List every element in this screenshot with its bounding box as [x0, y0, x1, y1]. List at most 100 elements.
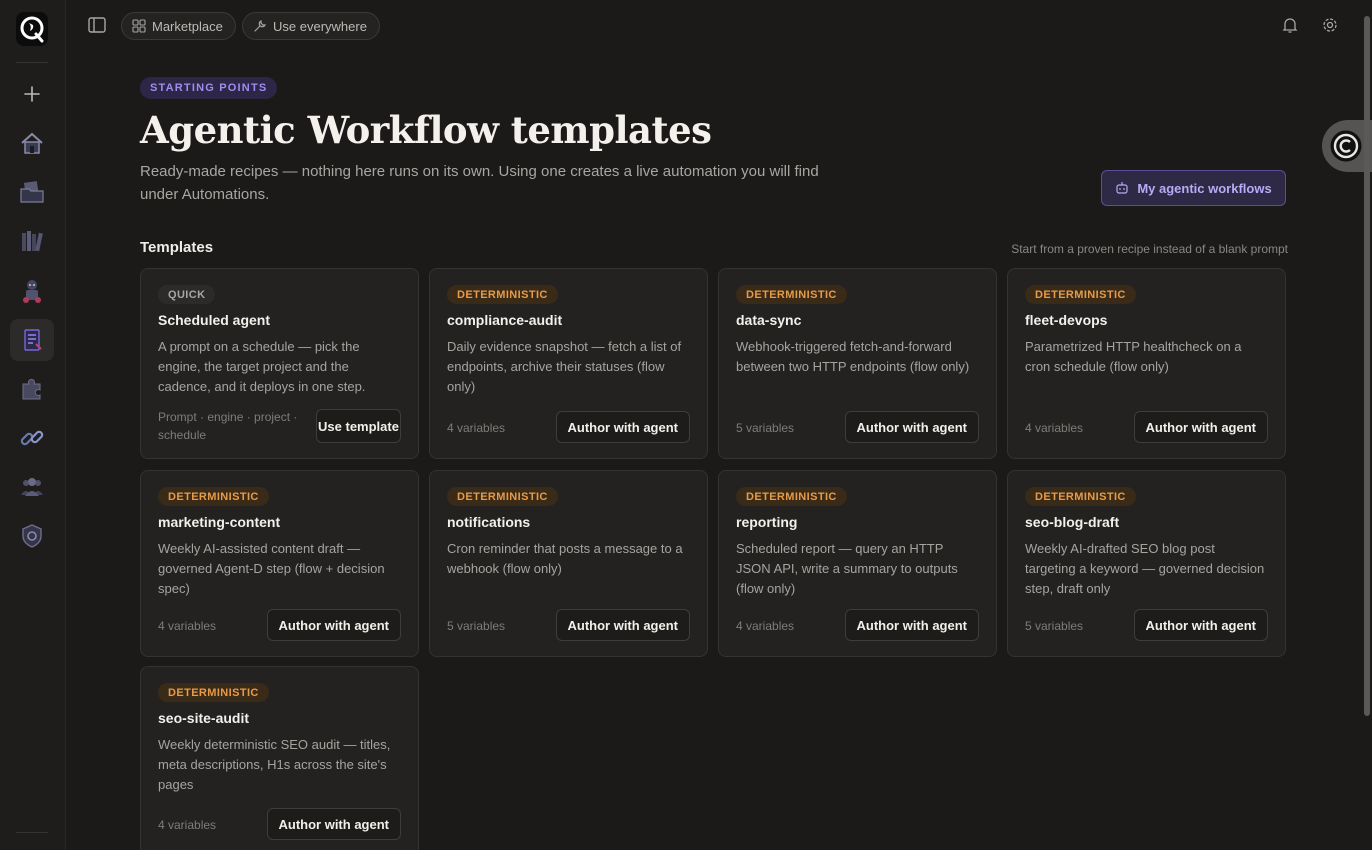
bell-icon[interactable]: [1281, 16, 1299, 34]
puzzle-icon: [22, 378, 41, 400]
template-card: DETERMINISTIC seo-site-audit Weekly dete…: [140, 666, 419, 850]
bot-icon: [1116, 182, 1128, 194]
template-card: DETERMINISTIC reporting Scheduled report…: [718, 470, 997, 657]
starting-points-badge: STARTING POINTS: [140, 77, 278, 99]
author-with-agent-button[interactable]: Author with agent: [1133, 609, 1268, 641]
copyright-icon: [1330, 130, 1362, 162]
app-logo[interactable]: [16, 12, 48, 46]
scrollbar[interactable]: [1364, 16, 1370, 716]
tag-badge: DETERMINISTIC: [447, 285, 558, 304]
robot-icon: [23, 280, 41, 303]
tag-badge: DETERMINISTIC: [736, 285, 847, 304]
template-meta: 4 variables: [736, 619, 795, 633]
author-with-agent-button[interactable]: Author with agent: [844, 411, 979, 443]
tag-badge: DETERMINISTIC: [447, 487, 558, 506]
rail-divider: [16, 62, 48, 63]
rail-plugins[interactable]: [10, 368, 54, 410]
template-card: DETERMINISTIC marketing-content Weekly A…: [140, 470, 419, 657]
template-description: Webhook-triggered fetch-and-forward betw…: [736, 339, 970, 374]
rail-files[interactable]: [10, 171, 54, 213]
tag-badge: DETERMINISTIC: [1025, 487, 1136, 506]
rail-agents[interactable]: [10, 270, 54, 312]
app-window: Marketplace Use everywhere STARTING POIN…: [0, 0, 1372, 850]
tag-badge: DETERMINISTIC: [736, 487, 847, 506]
wrench-icon: [254, 20, 266, 32]
tag-badge: DETERMINISTIC: [158, 683, 269, 702]
tag-badge: DETERMINISTIC: [1025, 285, 1136, 304]
page-subtitle: Ready-made recipes — nothing here runs o…: [140, 163, 819, 203]
template-name: marketing-content: [158, 514, 281, 530]
tag-badge: DETERMINISTIC: [158, 487, 269, 506]
rail-security[interactable]: [10, 515, 54, 557]
template-meta: 4 variables: [1025, 421, 1084, 435]
template-card: DETERMINISTIC data-sync Webhook-triggere…: [718, 268, 997, 459]
use-everywhere-button[interactable]: Use everywhere: [242, 12, 380, 40]
author-with-agent-button[interactable]: Author with agent: [1133, 411, 1268, 443]
my-agentic-workflows-button[interactable]: My agentic workflows: [1101, 170, 1286, 206]
rail-divider-bottom: [16, 832, 48, 833]
top-bar: Marketplace Use everywhere: [66, 0, 1372, 52]
folder-icon: [20, 181, 44, 203]
template-name: compliance-audit: [447, 312, 563, 328]
template-card: DETERMINISTIC compliance-audit Daily evi…: [429, 268, 708, 459]
template-meta: Prompt · engine · project · schedule: [158, 410, 298, 442]
template-meta: 4 variables: [158, 619, 217, 633]
templates-heading: Templates: [140, 239, 214, 256]
grid-icon: [132, 19, 146, 33]
rail-integrations[interactable]: [10, 417, 54, 459]
template-name: reporting: [736, 514, 798, 530]
author-with-agent-button[interactable]: Author with agent: [844, 609, 979, 641]
books-icon: [22, 231, 43, 252]
template-name: seo-site-audit: [158, 710, 250, 726]
marketplace-label: Marketplace: [152, 18, 223, 34]
rail-team[interactable]: [10, 466, 54, 508]
template-name: data-sync: [736, 312, 802, 328]
gear-icon[interactable]: [1321, 16, 1339, 34]
author-with-agent-button[interactable]: Author with agent: [555, 411, 690, 443]
template-description: A prompt on a schedule — pick the engine…: [158, 339, 366, 394]
rail-library[interactable]: [10, 220, 54, 262]
author-with-agent-button[interactable]: Author with agent: [266, 609, 401, 641]
template-name: Scheduled agent: [158, 312, 271, 328]
rail-workflows[interactable]: [10, 319, 54, 361]
left-rail: [0, 0, 66, 850]
use-everywhere-label: Use everywhere: [273, 18, 367, 34]
template-card: QUICK Scheduled agent A prompt on a sche…: [140, 268, 419, 459]
template-description: Weekly AI-drafted SEO blog post targetin…: [1025, 541, 1265, 596]
template-description: Parametrized HTTP healthcheck on a cron …: [1025, 339, 1242, 374]
link-icon: [20, 430, 44, 446]
template-card: DETERMINISTIC fleet-devops Parametrized …: [1007, 268, 1286, 459]
author-with-agent-button[interactable]: Author with agent: [266, 808, 401, 840]
template-description: Weekly AI-assisted content draft — gover…: [158, 541, 385, 596]
template-meta: 4 variables: [447, 421, 506, 435]
use-template-button[interactable]: Use template: [316, 409, 401, 443]
logo-icon: [20, 16, 44, 43]
template-description: Scheduled report — query an HTTP JSON AP…: [736, 541, 958, 596]
tag-badge: QUICK: [158, 285, 216, 304]
template-meta: 5 variables: [1025, 619, 1084, 633]
templates-hint: Start from a proven recipe instead of a …: [1011, 242, 1288, 256]
template-name: notifications: [447, 514, 531, 530]
template-description: Cron reminder that posts a message to a …: [447, 541, 683, 576]
template-meta: 5 variables: [447, 619, 506, 633]
users-icon: [21, 478, 43, 496]
new-button[interactable]: [10, 73, 54, 115]
page-title: Agentic Workflow templates: [140, 108, 712, 152]
sidebar-toggle-icon[interactable]: [86, 14, 108, 36]
template-description: Daily evidence snapshot — fetch a list o…: [447, 339, 682, 394]
shield-icon: [22, 524, 42, 548]
my-agentic-workflows-label: My agentic workflows: [1137, 180, 1272, 196]
author-with-agent-button[interactable]: Author with agent: [555, 609, 690, 641]
template-card: DETERMINISTIC seo-blog-draft Weekly AI-d…: [1007, 470, 1286, 657]
rail-home[interactable]: [10, 122, 54, 164]
plus-icon: [24, 86, 40, 102]
template-meta: 4 variables: [158, 818, 217, 832]
workflow-document-icon: [24, 329, 42, 351]
template-name: seo-blog-draft: [1025, 514, 1120, 530]
template-card: DETERMINISTIC notifications Cron reminde…: [429, 470, 708, 657]
template-name: fleet-devops: [1025, 312, 1108, 328]
template-meta: 5 variables: [736, 421, 795, 435]
home-icon: [21, 132, 43, 154]
template-description: Weekly deterministic SEO audit — titles,…: [158, 737, 391, 792]
marketplace-button[interactable]: Marketplace: [121, 12, 236, 40]
